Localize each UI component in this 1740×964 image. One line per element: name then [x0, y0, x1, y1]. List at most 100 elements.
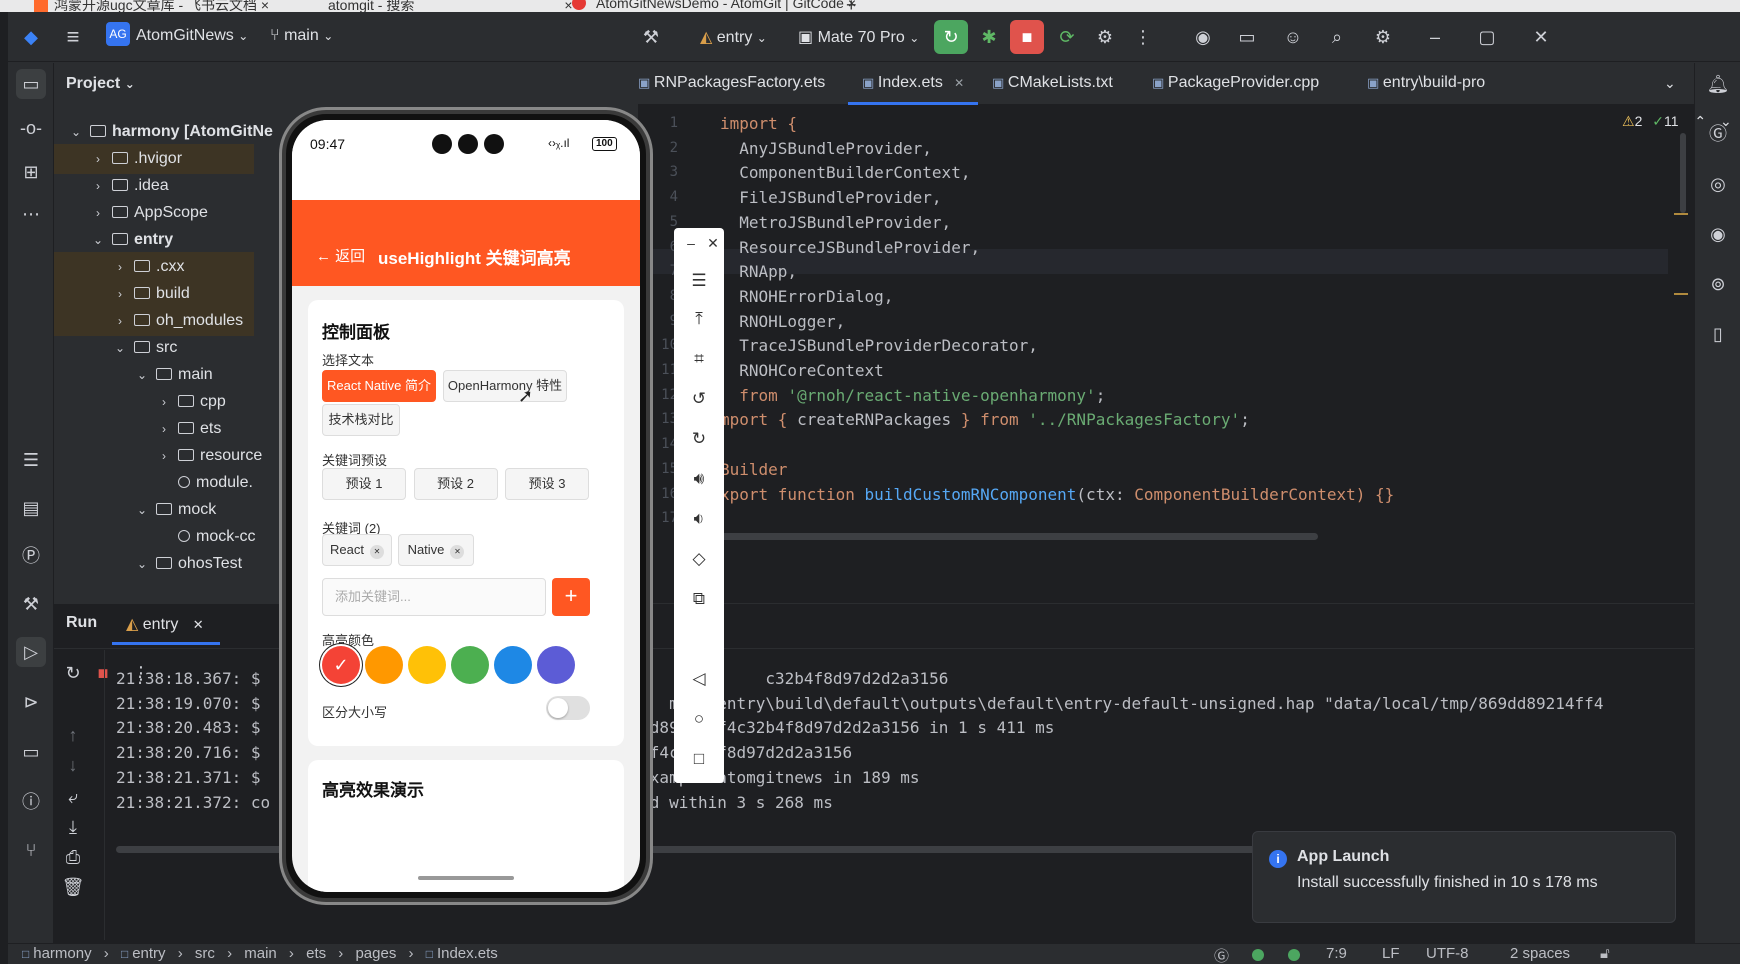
tree-item[interactable]: › resource	[54, 441, 262, 471]
profiler-icon[interactable]: ⚙	[1090, 22, 1120, 52]
breadcrumb-item[interactable]: Index.ets	[437, 945, 498, 962]
stop-button[interactable]: ■	[1010, 20, 1044, 54]
tab-list-chevron-icon[interactable]: ⌄	[1664, 63, 1676, 105]
color-swatch[interactable]	[451, 646, 489, 684]
tree-item[interactable]: ⌄ src	[54, 333, 254, 363]
status-dot-icon[interactable]	[1252, 949, 1264, 961]
maximize-icon[interactable]: ▢	[1472, 22, 1502, 52]
previewer-eye-icon[interactable]: ◉	[1703, 219, 1733, 249]
search-icon[interactable]: ⌕	[1322, 22, 1352, 52]
scroll-down-icon[interactable]: ↓	[58, 750, 88, 780]
tree-item[interactable]: › .hvigor	[54, 144, 254, 174]
text-option-chip[interactable]: OpenHarmony 特性	[443, 370, 567, 402]
profiler-p-icon[interactable]: Ⓟ	[16, 541, 46, 571]
rotate-icon[interactable]: ↺	[684, 384, 714, 414]
problems-icon[interactable]: ⓘ	[16, 787, 46, 817]
breadcrumb-item[interactable]: entry	[132, 945, 165, 962]
browser-tab[interactable]: atomgit - 搜索 ×	[306, 0, 573, 12]
soft-wrap-icon[interactable]: ⤶	[58, 782, 88, 812]
device-selector[interactable]: ▣ Mate 70 Pro ⌄	[798, 27, 919, 47]
breadcrumb-item[interactable]: harmony	[33, 945, 91, 962]
tree-item[interactable]: mock-cc	[54, 522, 256, 552]
pin-top-icon[interactable]: ⤒	[684, 304, 714, 334]
fold-icon[interactable]: ◇	[684, 544, 714, 574]
browser-tab[interactable]: 鸿蒙开源ugc文章库 - 飞书云文档 ×	[34, 0, 269, 12]
commit-icon[interactable]: -o-	[16, 113, 46, 143]
recents-square-icon[interactable]: □	[684, 744, 714, 774]
run-config-selector[interactable]: ◭ entry ⌄	[700, 27, 767, 47]
more-vertical-icon[interactable]: ⋮	[1128, 22, 1158, 52]
emulator-phone-icon[interactable]: ▯	[1703, 319, 1733, 349]
screenshot-crop-icon[interactable]: ⌗	[684, 344, 714, 374]
codegenie-status-icon[interactable]: Ⓖ	[1214, 945, 1229, 964]
lock-icon[interactable]: 🔓︎	[1600, 945, 1610, 962]
tree-item[interactable]: › oh_modules	[54, 306, 254, 336]
color-swatch[interactable]	[494, 646, 532, 684]
add-keyword-input[interactable]: 添加关键词...	[322, 578, 546, 616]
text-option-chip[interactable]: React Native 简介	[322, 370, 436, 402]
more-tools-icon[interactable]: ⋯	[16, 199, 46, 229]
case-sensitive-toggle[interactable]	[546, 696, 590, 720]
terminal-icon[interactable]: ▭	[16, 737, 46, 767]
tree-item[interactable]: › .idea	[54, 171, 254, 201]
build-icon[interactable]: ⚒	[16, 589, 46, 619]
ai-assistant-icon[interactable]: ◎	[1703, 169, 1733, 199]
device-file-icon[interactable]: ⊚	[1703, 269, 1733, 299]
tree-item[interactable]: › AppScope	[54, 198, 254, 228]
print-icon[interactable]: ⎙	[58, 842, 88, 872]
tree-item[interactable]: › ets	[54, 414, 254, 444]
multi-screen-icon[interactable]: ⧉	[684, 584, 714, 614]
project-folder-icon[interactable]: ▭	[1232, 22, 1262, 52]
file-encoding[interactable]: UTF-8	[1426, 945, 1469, 962]
layout-icon[interactable]: ▤	[16, 493, 46, 523]
app-launch-notification[interactable]: i App Launch Install successfully finish…	[1252, 831, 1676, 923]
rerun-icon[interactable]: ↻	[58, 658, 88, 688]
tree-item[interactable]: module.	[54, 468, 254, 498]
text-option-chip[interactable]: 技术栈对比	[322, 404, 400, 436]
rerun-button[interactable]: ↻	[934, 20, 968, 54]
services-icon[interactable]: ⊳	[16, 687, 46, 717]
stop-icon[interactable]: ■	[88, 658, 118, 688]
tree-item[interactable]: › .cxx	[54, 252, 254, 282]
settings-gear-icon[interactable]: ⚙	[1368, 22, 1398, 52]
breadcrumb-item[interactable]: src	[195, 945, 215, 962]
close-icon[interactable]: ✕	[698, 228, 728, 258]
close-icon[interactable]: ✕	[1526, 22, 1556, 52]
code-area[interactable]: import { AnyJSBundleProvider, ComponentB…	[638, 105, 1678, 525]
indent-setting[interactable]: 2 spaces	[1510, 945, 1570, 962]
warning-marker[interactable]	[1674, 293, 1688, 295]
main-menu-icon[interactable]: ≡	[58, 22, 88, 52]
line-separator[interactable]: LF	[1382, 945, 1400, 962]
tree-item[interactable]: ⌄ mock	[54, 495, 254, 525]
tree-item[interactable]: › build	[54, 279, 254, 309]
breadcrumb-item[interactable]: ets	[306, 945, 326, 962]
device-manager-icon[interactable]: ◉	[1188, 22, 1218, 52]
preset-button[interactable]: 预设 2	[413, 468, 498, 500]
editor-tab[interactable]: ▣ RNPackagesFactory.ets	[638, 63, 838, 105]
tree-item[interactable]: ⌄ harmony [AtomGitNe	[54, 117, 273, 147]
remove-keyword-icon[interactable]: ✕	[369, 545, 384, 559]
scroll-to-end-icon[interactable]: ⤓	[58, 812, 88, 842]
build-hammer-icon[interactable]: ⚒	[636, 22, 666, 52]
volume-down-icon[interactable]: 🔉︎	[684, 504, 714, 534]
breadcrumb-item[interactable]: pages	[355, 945, 396, 962]
editor-tab[interactable]: ▣ entry\build-pro	[1353, 63, 1553, 105]
color-swatch[interactable]	[408, 646, 446, 684]
apply-changes-icon[interactable]: ⟳	[1052, 22, 1082, 52]
debug-bug-icon[interactable]: ✱	[974, 22, 1004, 52]
notifications-bell-icon[interactable]: 🔔︎	[1703, 69, 1733, 99]
chevron-down-icon[interactable]: ⌄	[1720, 113, 1732, 129]
color-swatch[interactable]	[537, 646, 575, 684]
project-name[interactable]: AtomGitNews ⌄	[136, 27, 248, 45]
run-tool-icon[interactable]: ▷	[16, 637, 46, 667]
new-tab-button[interactable]: +	[846, 0, 857, 12]
color-swatch[interactable]: ✓	[322, 646, 360, 684]
tree-item[interactable]: ⌄ ohosTest	[54, 549, 254, 579]
warning-marker[interactable]	[1674, 213, 1688, 215]
chevron-up-icon[interactable]: ⌃	[1694, 113, 1706, 129]
back-button[interactable]: ← 返回	[316, 245, 365, 266]
project-pane-title[interactable]: Project ⌄	[66, 75, 135, 93]
vertical-scrollbar[interactable]	[1680, 133, 1686, 213]
editor-tab[interactable]: ▣ PackageProvider.cpp	[1138, 63, 1338, 105]
horizontal-scrollbar[interactable]	[688, 533, 1318, 540]
